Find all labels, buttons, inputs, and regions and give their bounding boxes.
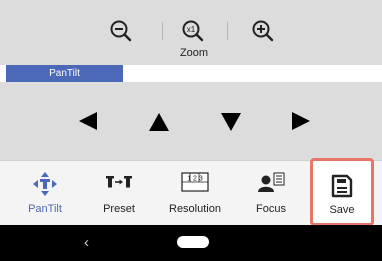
zoom-reset-button[interactable]: x1 [180, 18, 206, 44]
arrow-down-icon [221, 113, 241, 131]
tool-resolution[interactable]: 1 2 3 Resolution [162, 161, 228, 225]
tool-pantilt[interactable]: PanTilt [14, 161, 76, 225]
tilt-up-button[interactable] [148, 111, 170, 138]
tool-preset[interactable]: Preset [88, 161, 150, 225]
zoom-in-icon [252, 20, 274, 42]
zoom-out-icon [110, 20, 132, 42]
pantilt-tab[interactable]: PanTilt [6, 65, 123, 82]
tool-save-label: Save [329, 204, 355, 216]
back-button[interactable]: ‹ [84, 234, 89, 252]
home-button[interactable] [177, 236, 209, 248]
tool-resolution-label: Resolution [169, 203, 221, 215]
arrow-left-icon [79, 112, 97, 130]
tool-preset-label: Preset [103, 203, 135, 215]
pantilt-icon [33, 172, 57, 196]
tool-focus[interactable]: Focus [240, 161, 302, 225]
preset-icon [106, 176, 132, 188]
resolution-icon: 1 2 3 [181, 172, 209, 192]
focus-icon [258, 172, 285, 192]
tool-focus-label: Focus [256, 203, 286, 215]
zoom-out-button[interactable] [108, 18, 134, 44]
zoom-in-button[interactable] [250, 18, 276, 44]
arrow-up-icon [149, 113, 169, 131]
tilt-down-button[interactable] [220, 111, 242, 138]
zoom-bar: x1 Zoom [0, 0, 382, 63]
system-nav-bar: ‹ [0, 225, 382, 261]
zoom-1x-icon: x1 [182, 20, 204, 42]
pantilt-tab-strip: PanTilt [0, 65, 382, 82]
tool-save[interactable]: Save [310, 158, 374, 226]
resolution-icon-text: 1 2 3 [187, 176, 203, 183]
zoom-label: Zoom [179, 47, 209, 59]
zoom-separator [227, 22, 228, 40]
direction-pad [0, 82, 382, 160]
pan-right-button[interactable] [290, 110, 312, 137]
tool-pantilt-label: PanTilt [28, 203, 62, 215]
arrow-right-icon [292, 112, 310, 130]
save-icon [331, 174, 353, 198]
pan-left-button[interactable] [77, 110, 99, 137]
svg-text:x1: x1 [187, 25, 196, 34]
zoom-separator [162, 22, 163, 40]
